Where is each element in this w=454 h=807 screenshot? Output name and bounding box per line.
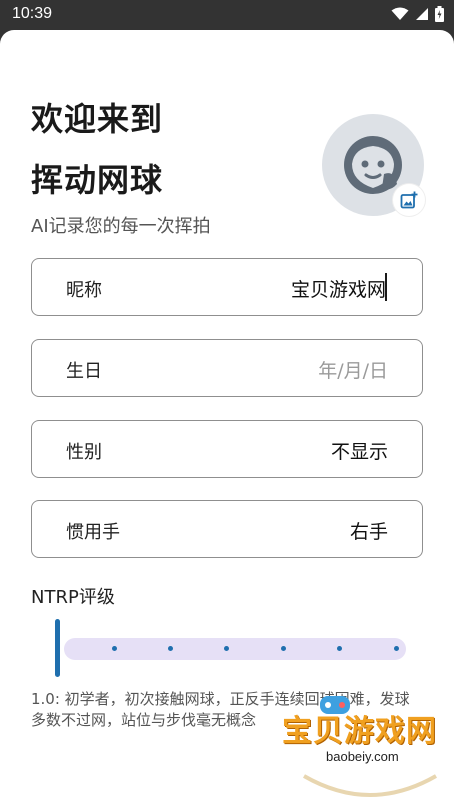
birthday-input[interactable]: 年/月/日 [318, 356, 388, 383]
ntrp-slider-tick [281, 646, 286, 651]
status-bar: 10:39 [0, 0, 454, 30]
birthday-field[interactable]: 生日 年/月/日 [31, 339, 423, 397]
gender-select[interactable]: 不显示 [331, 437, 388, 464]
status-time: 10:39 [12, 5, 53, 22]
add-photo-button[interactable] [393, 184, 425, 216]
ntrp-label: NTRP评级 [31, 587, 115, 608]
welcome-subtitle: AI记录您的每一次挥拍 [31, 216, 211, 237]
text-caret [385, 273, 387, 301]
gender-field[interactable]: 性别 不显示 [31, 420, 423, 478]
wifi-icon [391, 7, 409, 20]
ntrp-slider-tick [112, 646, 117, 651]
ntrp-slider-tick [224, 646, 229, 651]
welcome-title-line1: 欢迎来到 [31, 100, 164, 138]
ntrp-slider-tick [394, 646, 399, 651]
ntrp-slider-tick [337, 646, 342, 651]
birthday-label: 生日 [66, 361, 102, 382]
handedness-label: 惯用手 [66, 522, 120, 543]
ntrp-slider-thumb[interactable] [55, 619, 60, 677]
watermark-text: 宝贝游戏网 [282, 714, 437, 749]
watermark-url: baobeiy.com [326, 749, 399, 764]
battery-icon [435, 6, 444, 22]
handedness-field[interactable]: 惯用手 右手 [31, 500, 423, 558]
ntrp-slider-tick [168, 646, 173, 651]
watermark-logo: 宝贝游戏网 baobeiy.com [268, 690, 454, 807]
handedness-select[interactable]: 右手 [350, 517, 388, 544]
nickname-input[interactable]: 宝贝游戏网 [291, 275, 386, 302]
avatar-placeholder-icon [344, 136, 402, 194]
welcome-title-line2: 挥动网球 [31, 161, 164, 199]
add-photo-icon [400, 191, 418, 209]
nickname-label: 昵称 [66, 280, 102, 301]
nickname-field[interactable]: 昵称 宝贝游戏网 [31, 258, 423, 316]
status-icons [391, 6, 444, 22]
gender-label: 性别 [66, 442, 102, 463]
signal-icon [416, 8, 428, 20]
